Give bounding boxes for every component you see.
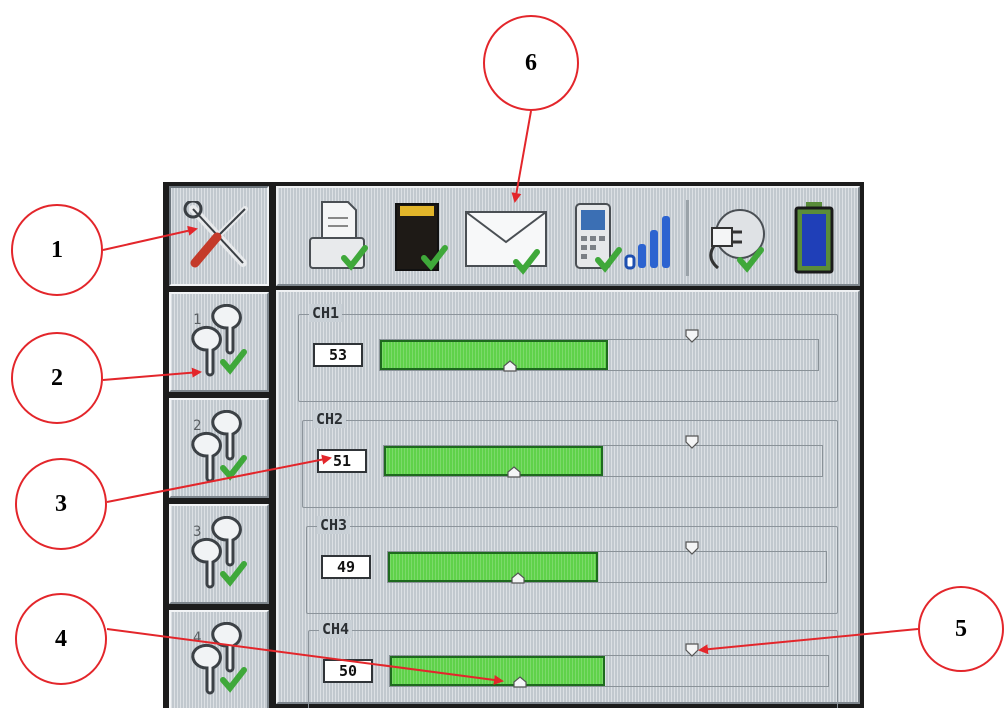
threshold-slider-icon[interactable] bbox=[685, 643, 699, 657]
threshold-slider-icon[interactable] bbox=[685, 329, 699, 343]
threshold-slider-icon[interactable] bbox=[685, 541, 699, 555]
email-icon[interactable] bbox=[462, 198, 556, 276]
level-bar bbox=[380, 340, 608, 370]
tire-pressure-icon bbox=[191, 410, 247, 483]
channel-number: 1 bbox=[193, 312, 202, 328]
channel-value: 53 bbox=[313, 343, 363, 367]
device-screen: 1 2 3 4 CH1 53 CH2 51 CH3 49 CH4 50 bbox=[163, 182, 864, 708]
threshold-slider-icon[interactable] bbox=[685, 435, 699, 449]
signal-bars-icon bbox=[624, 216, 670, 270]
channel-value: 50 bbox=[323, 659, 373, 683]
callout-3: 3 bbox=[15, 458, 107, 550]
channel-group-1: CH1 53 bbox=[298, 304, 838, 402]
level-bar bbox=[384, 446, 603, 476]
channel-3-button[interactable]: 3 bbox=[169, 504, 269, 604]
channel-label: CH1 bbox=[309, 304, 343, 322]
callout-4: 4 bbox=[15, 593, 107, 685]
printer-icon[interactable] bbox=[306, 198, 372, 276]
level-track bbox=[387, 551, 827, 584]
channel-group-4: CH4 50 bbox=[308, 620, 838, 708]
level-marker-icon[interactable] bbox=[513, 676, 527, 688]
channel-label: CH3 bbox=[317, 516, 351, 534]
channel-1-button[interactable]: 1 bbox=[169, 292, 269, 392]
channel-number: 4 bbox=[193, 630, 202, 646]
channel-panel: CH1 53 CH2 51 CH3 49 CH4 50 bbox=[276, 290, 860, 708]
level-track bbox=[379, 339, 819, 372]
settings-button[interactable] bbox=[169, 186, 269, 286]
separator bbox=[686, 200, 689, 276]
level-marker-icon[interactable] bbox=[511, 572, 525, 584]
battery-icon bbox=[794, 202, 834, 274]
channel-group-2: CH2 51 bbox=[302, 410, 838, 508]
callout-5: 5 bbox=[918, 586, 1004, 672]
channel-2-button[interactable]: 2 bbox=[169, 398, 269, 498]
sd-card-icon[interactable] bbox=[390, 198, 450, 276]
level-marker-icon[interactable] bbox=[503, 360, 517, 372]
level-track bbox=[383, 445, 823, 478]
phone-icon[interactable] bbox=[568, 198, 624, 276]
level-bar bbox=[390, 656, 605, 686]
level-bar bbox=[388, 552, 599, 582]
callout-6: 6 bbox=[483, 15, 579, 111]
callout-1: 1 bbox=[11, 204, 103, 296]
tire-pressure-icon bbox=[191, 622, 247, 695]
tire-pressure-icon bbox=[191, 516, 247, 589]
channel-number: 2 bbox=[193, 418, 202, 434]
level-marker-icon[interactable] bbox=[507, 466, 521, 478]
channel-value: 51 bbox=[317, 449, 367, 473]
channel-label: CH4 bbox=[319, 620, 353, 638]
channel-group-3: CH3 49 bbox=[306, 516, 838, 614]
sidebar: 1 2 3 4 bbox=[165, 184, 273, 708]
wrench-screwdriver-icon bbox=[183, 201, 248, 268]
channel-label: CH2 bbox=[313, 410, 347, 428]
callout-2: 2 bbox=[11, 332, 103, 424]
power-plug-icon[interactable] bbox=[702, 198, 768, 276]
tire-pressure-icon bbox=[191, 304, 247, 377]
channel-number: 3 bbox=[193, 524, 202, 540]
channel-value: 49 bbox=[321, 555, 371, 579]
level-track bbox=[389, 655, 829, 688]
status-bar bbox=[276, 186, 860, 286]
channel-4-button[interactable]: 4 bbox=[169, 610, 269, 708]
